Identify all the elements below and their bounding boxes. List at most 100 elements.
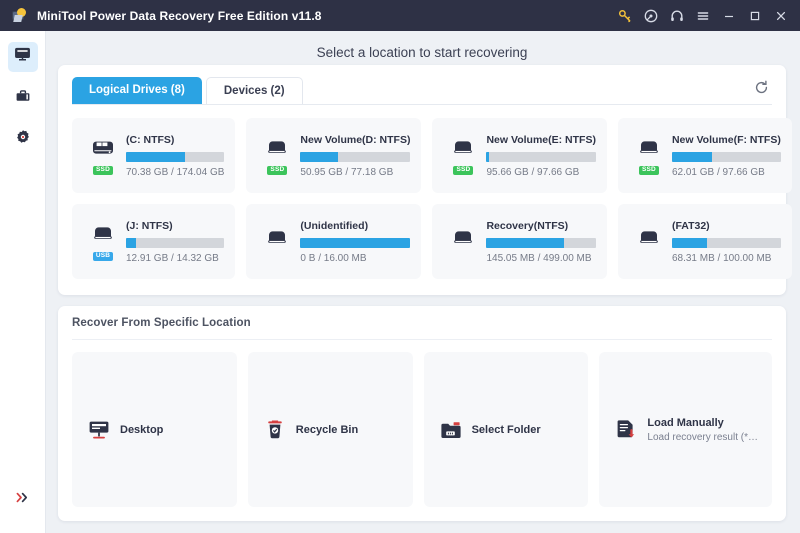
drive-usage-fill [126,238,136,248]
drive-name: New Volume(F: NTFS) [672,134,781,146]
drive-usage-fill [672,152,712,162]
drive-usage-bar [486,238,595,248]
tab-bar: Logical Drives (8) Devices (2) [72,76,772,105]
tab-devices[interactable]: Devices (2) [206,77,303,104]
location-card-text: Recycle Bin [296,424,358,436]
refresh-button[interactable] [750,79,772,101]
sidebar-item-tools[interactable] [8,83,38,113]
drive-usage-bar [672,238,781,248]
page-title: Select a location to start recovering [58,31,786,65]
drive-usage-fill [300,238,410,248]
close-icon[interactable] [768,4,794,28]
drive-card[interactable]: Recovery(NTFS) 145.05 MB / 499.00 MB [432,204,606,279]
drive-usage-fill [486,238,564,248]
gear-icon [15,129,31,150]
drive-info: New Volume(F: NTFS) 62.01 GB / 97.66 GB [669,134,781,178]
location-card-recycle-bin[interactable]: Recycle Bin [248,352,413,507]
sidebar-item-settings[interactable] [8,124,38,154]
title-bar: MiniTool Power Data Recovery Free Editio… [0,0,800,31]
drive-name: (J: NTFS) [126,220,224,232]
key-icon[interactable] [612,4,638,28]
drive-size: 62.01 GB / 97.66 GB [672,167,781,178]
drive-card[interactable]: (Unidentified) 0 B / 16.00 MB [246,204,421,279]
location-card-sublabel: Load recovery result (*… [647,432,758,443]
drive-info: New Volume(D: NTFS) 50.95 GB / 77.18 GB [297,134,410,178]
hdd-icon [264,136,290,163]
hdd-icon [90,222,116,249]
double-chevron-right-icon [12,487,34,507]
window-body: Select a location to start recovering Lo… [0,31,800,533]
drive-icon-wrap [443,226,483,258]
drive-usage-fill [672,238,707,248]
location-card-select-folder[interactable]: Select Folder [424,352,589,507]
drive-name: (FAT32) [672,220,781,232]
drive-name: (Unidentified) [300,220,410,232]
drive-size: 0 B / 16.00 MB [300,253,410,264]
drive-card[interactable]: SSD New Volume(E: NTFS) 95.66 GB / 97.66… [432,118,606,193]
main-content: Select a location to start recovering Lo… [46,31,800,533]
drive-size: 70.38 GB / 174.04 GB [126,167,224,178]
folder-icon [438,419,464,441]
drive-card[interactable]: SSD (C: NTFS) 70.38 GB / 174.04 GB [72,118,235,193]
drive-usage-bar [300,152,410,162]
drive-info: Recovery(NTFS) 145.05 MB / 499.00 MB [483,220,595,264]
drive-badge: SSD [93,166,113,175]
sidebar-expand-button[interactable] [0,487,46,507]
drive-usage-bar [486,152,595,162]
drive-usage-bar [126,152,224,162]
hdd-icon [450,226,476,253]
drive-info: (FAT32) 68.31 MB / 100.00 MB [669,220,781,264]
drive-badge: SSD [453,166,473,175]
drive-icon-wrap: SSD [83,136,123,175]
drive-size: 12.91 GB / 14.32 GB [126,253,224,264]
drive-size: 68.31 MB / 100.00 MB [672,253,781,264]
drive-badge: SSD [639,166,659,175]
sidebar [0,31,46,533]
location-card-label: Desktop [120,424,163,436]
drive-icon-wrap: SSD [257,136,297,175]
headset-icon[interactable] [664,4,690,28]
menu-icon[interactable] [690,4,716,28]
load-file-icon [613,418,639,442]
disc-icon[interactable] [638,4,664,28]
hdd-icon [264,226,290,253]
drive-info: (C: NTFS) 70.38 GB / 174.04 GB [123,134,224,178]
minimize-icon[interactable] [716,4,742,28]
drive-card[interactable]: SSD New Volume(F: NTFS) 62.01 GB / 97.66… [618,118,792,193]
minitool-logo-icon [11,7,28,24]
recycle-bin-icon [262,419,288,441]
drive-info: (Unidentified) 0 B / 16.00 MB [297,220,410,264]
drive-card[interactable]: (FAT32) 68.31 MB / 100.00 MB [618,204,792,279]
hdd-icon [636,136,662,163]
maximize-icon[interactable] [742,4,768,28]
location-card-label: Load Manually [647,417,758,429]
location-card-text: Desktop [120,424,163,436]
location-card-label: Select Folder [472,424,541,436]
monitor-icon [14,46,31,68]
drive-name: (C: NTFS) [126,134,224,146]
app-title: MiniTool Power Data Recovery Free Editio… [37,9,322,23]
tab-logical-drives[interactable]: Logical Drives (8) [72,77,202,104]
drive-info: New Volume(E: NTFS) 95.66 GB / 97.66 GB [483,134,595,178]
location-card-text: Select Folder [472,424,541,436]
hdd-icon [636,226,662,253]
drive-usage-fill [300,152,337,162]
drive-icon-wrap: SSD [443,136,483,175]
drive-card[interactable]: SSD New Volume(D: NTFS) 50.95 GB / 77.18… [246,118,421,193]
drives-grid: SSD (C: NTFS) 70.38 GB / 174.04 GB [72,118,772,279]
drive-usage-bar [300,238,410,248]
recover-location-panel: Recover From Specific Location [58,306,786,521]
location-card-load-manually[interactable]: Load Manually Load recovery result (*… [599,352,772,507]
drive-usage-bar [672,152,781,162]
drive-size: 95.66 GB / 97.66 GB [486,167,595,178]
drive-icon-wrap [629,226,669,258]
drive-icon-wrap [257,226,297,258]
hdd-icon [450,136,476,163]
drive-size: 50.95 GB / 77.18 GB [300,167,410,178]
drive-card[interactable]: USB (J: NTFS) 12.91 GB / 14.32 GB [72,204,235,279]
drives-panel: Logical Drives (8) Devices (2) [58,65,786,295]
recover-location-title: Recover From Specific Location [72,317,772,340]
sidebar-item-this-pc[interactable] [8,42,38,72]
drive-badge: USB [93,252,113,261]
location-card-desktop[interactable]: Desktop [72,352,237,507]
